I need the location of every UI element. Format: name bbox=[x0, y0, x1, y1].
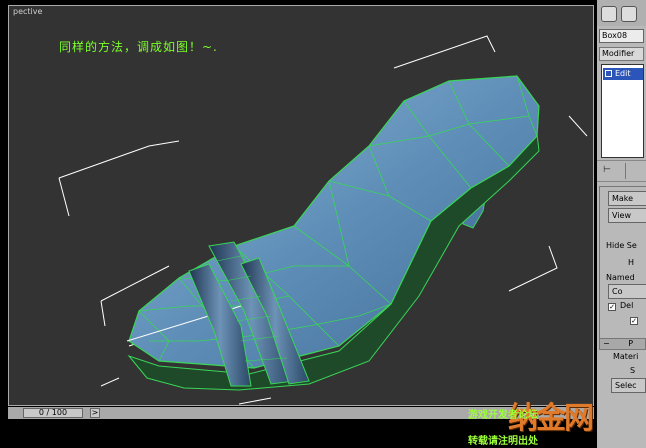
rollout-label: P bbox=[628, 339, 634, 348]
shoe-body bbox=[126, 75, 540, 369]
perspective-viewport[interactable]: pective 同样的方法，调成如图！~. bbox=[8, 5, 594, 406]
material-label: Materi bbox=[613, 352, 639, 361]
collapse-icon: − bbox=[603, 339, 610, 348]
panel-tabs bbox=[597, 0, 646, 26]
hide-selected-label: Hide Se bbox=[606, 241, 637, 250]
watermark-line-2: 转载请注明出处 bbox=[468, 436, 538, 447]
modify-tab-icon[interactable] bbox=[601, 6, 617, 22]
named-selections-label: Named bbox=[606, 273, 635, 282]
option-checkbox[interactable]: ✓ bbox=[630, 317, 638, 325]
pin-stack-icon[interactable]: ⊢ bbox=[603, 165, 611, 175]
modifier-list-dropdown[interactable]: Modifier bbox=[599, 47, 644, 61]
delete-label: Del bbox=[620, 301, 634, 310]
tutorial-annotation: 同样的方法，调成如图！~. bbox=[59, 40, 218, 54]
view-button[interactable]: View bbox=[608, 208, 646, 223]
watermark-line-1: 游戏开发者论坛 bbox=[468, 410, 538, 421]
hierarchy-tab-icon[interactable] bbox=[621, 6, 637, 22]
copy-button[interactable]: Co bbox=[608, 284, 646, 299]
stack-item-edit[interactable]: Edit bbox=[603, 68, 643, 80]
shoe-model-scene[interactable] bbox=[9, 6, 594, 406]
delete-checkbox[interactable]: ✓ bbox=[608, 303, 616, 311]
next-frame-button[interactable]: > bbox=[90, 408, 100, 418]
expand-box-icon[interactable] bbox=[605, 70, 612, 77]
time-slider[interactable]: 0 / 100 bbox=[23, 408, 83, 418]
toolbar-divider bbox=[625, 163, 626, 179]
command-panel: Box08 Modifier Edit ⊢ Make View Hide Se … bbox=[597, 0, 646, 448]
modifier-stack[interactable]: Edit bbox=[601, 64, 644, 158]
stack-toolbar: ⊢ bbox=[597, 160, 646, 182]
stack-item-label: Edit bbox=[615, 69, 631, 78]
polygon-rollout-header[interactable]: − P bbox=[599, 338, 646, 350]
make-button[interactable]: Make bbox=[608, 191, 646, 206]
select-button[interactable]: Selec bbox=[611, 378, 646, 393]
selection-rollout: Make View Hide Se H Named Co ✓ Del ✓ bbox=[599, 186, 646, 346]
app-window: pective 同样的方法，调成如图！~. Box08 Modifier Edi… bbox=[0, 0, 646, 448]
s-label: S bbox=[630, 366, 636, 375]
object-name-field[interactable]: Box08 bbox=[599, 29, 644, 43]
h-label: H bbox=[628, 258, 635, 267]
